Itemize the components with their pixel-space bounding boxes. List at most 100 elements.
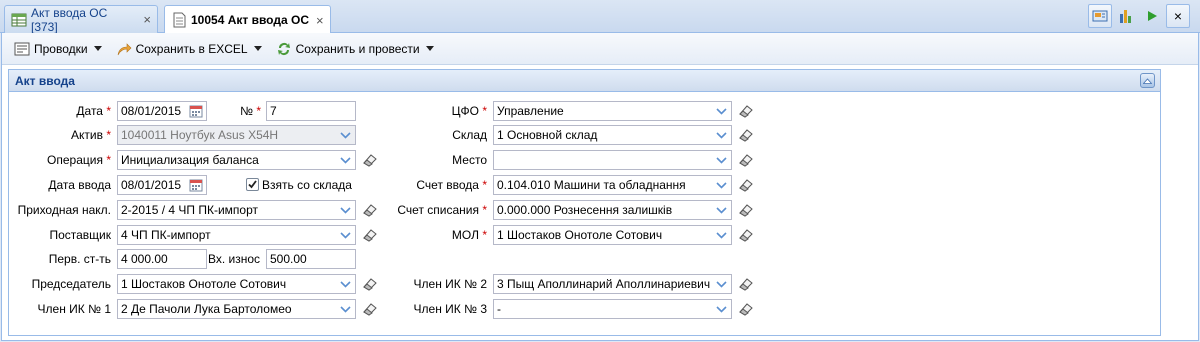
mol-combo[interactable]: 1 Шостаков Онотоле Сотович — [493, 225, 732, 245]
chevron-down-icon[interactable] — [711, 226, 731, 244]
main-panel: Проводки Сохранить в EXCEL Сохранить и п… — [1, 33, 1199, 341]
warehouse-label: Склад — [452, 128, 487, 142]
chevron-down-icon[interactable] — [711, 102, 731, 120]
receipt-label: Приходная накл. — [17, 203, 111, 217]
chevron-down-icon — [253, 46, 262, 51]
writeoff-account-combo[interactable]: 0.000.000 Рознесення залишків — [493, 200, 732, 220]
supplier-combo[interactable]: 4 ЧП ПК-импорт — [117, 225, 356, 245]
date-field[interactable]: 08/01/2015 — [117, 101, 207, 121]
chevron-down-icon[interactable] — [711, 176, 731, 194]
input-wear-field[interactable]: 500.00 — [266, 249, 356, 269]
chevron-down-icon[interactable] — [335, 201, 355, 219]
tab-act-document[interactable]: 10054 Акт ввода ОС × — [164, 5, 331, 34]
eraser-icon[interactable] — [362, 277, 378, 291]
chevron-down-icon[interactable] — [711, 300, 731, 318]
close-icon: × — [1173, 8, 1183, 24]
take-from-warehouse-checkbox[interactable] — [246, 178, 259, 191]
chart-icon — [1120, 10, 1131, 23]
chevron-down-icon — [425, 46, 434, 51]
place-combo[interactable] — [493, 150, 732, 170]
warehouse-combo[interactable]: 1 Основной склад — [493, 125, 732, 145]
chevron-down-icon[interactable] — [335, 226, 355, 244]
chevron-down-icon[interactable] — [711, 275, 731, 293]
operation-combo[interactable]: Инициализация баланса — [117, 150, 356, 170]
eraser-icon[interactable] — [362, 153, 378, 167]
table-icon — [11, 13, 27, 26]
cfo-combo[interactable]: Управление — [493, 101, 732, 121]
member3-combo[interactable]: - — [493, 299, 732, 319]
chevron-down-icon[interactable] — [335, 275, 355, 293]
eraser-icon[interactable] — [738, 277, 754, 291]
chevron-down-icon[interactable] — [711, 126, 731, 144]
eraser-icon[interactable] — [738, 203, 754, 217]
member1-combo[interactable]: 2 Де Пачоли Лука Бартоломео — [117, 299, 356, 319]
run-button[interactable] — [1140, 4, 1164, 28]
eraser-icon[interactable] — [738, 302, 754, 316]
save-post-button[interactable]: Сохранить и провести — [272, 38, 438, 60]
date-label: Дата * — [76, 104, 111, 118]
chevron-down-icon[interactable] — [711, 201, 731, 219]
initial-cost-field[interactable]: 4 000.00 — [117, 249, 207, 269]
eraser-icon[interactable] — [738, 228, 754, 242]
eraser-icon[interactable] — [738, 104, 754, 118]
tab-label: Акт ввода ОС [373] — [31, 5, 108, 34]
tab-close-button[interactable]: × — [316, 13, 324, 28]
play-icon — [1148, 11, 1157, 21]
number-label: № * — [240, 104, 261, 118]
number-field[interactable]: 7 — [266, 101, 356, 121]
report-icon — [1092, 10, 1108, 22]
eraser-icon[interactable] — [362, 228, 378, 242]
member1-label: Член ИК № 1 — [37, 302, 111, 316]
tab-close-button[interactable]: × — [143, 12, 151, 27]
mol-label: МОЛ * — [451, 228, 487, 242]
calendar-icon[interactable] — [186, 176, 206, 194]
chevron-down-icon[interactable] — [711, 151, 731, 169]
input-account-combo[interactable]: 0.104.010 Машини та обладнання — [493, 175, 732, 195]
asset-label: Актив * — [71, 128, 111, 142]
chevron-down-icon[interactable] — [335, 151, 355, 169]
close-window-button[interactable]: × — [1166, 4, 1190, 28]
tab-bar: Акт ввода ОС [373] × 10054 Акт ввода ОС … — [0, 0, 1200, 34]
chevron-down-icon[interactable] — [335, 126, 355, 144]
tab-label: 10054 Акт ввода ОС — [191, 13, 309, 27]
tab-act-list[interactable]: Акт ввода ОС [373] × — [4, 5, 158, 34]
postings-button[interactable]: Проводки — [10, 38, 106, 60]
input-date-label: Дата ввода — [48, 178, 111, 192]
collapse-button[interactable] — [1140, 73, 1155, 88]
initial-cost-label: Перв. ст-ть — [48, 252, 111, 266]
eraser-icon[interactable] — [738, 153, 754, 167]
receipt-combo[interactable]: 2-2015 / 4 ЧП ПК-импорт — [117, 200, 356, 220]
eraser-icon[interactable] — [738, 178, 754, 192]
save-excel-label: Сохранить в EXCEL — [135, 41, 248, 56]
save-post-label: Сохранить и провести — [295, 41, 420, 56]
chevron-down-icon[interactable] — [335, 300, 355, 318]
cfo-label: ЦФО * — [451, 104, 487, 118]
chart-button[interactable] — [1114, 4, 1138, 28]
eraser-icon[interactable] — [738, 128, 754, 142]
input-date-field[interactable]: 08/01/2015 — [117, 175, 207, 195]
chevron-down-icon — [93, 46, 102, 51]
chevron-up-icon — [1143, 77, 1152, 84]
save-excel-button[interactable]: Сохранить в EXCEL — [112, 38, 266, 60]
asset-combo[interactable]: 1040011 Ноутбук Asus X54H — [117, 125, 356, 145]
refresh-icon — [277, 42, 290, 55]
input-account-label: Счет ввода * — [416, 178, 487, 192]
supplier-label: Поставщик — [49, 228, 111, 242]
export-arrow-icon — [117, 42, 132, 55]
member2-combo[interactable]: 3 Пыщ Аполлинарий Аполлинариевич — [493, 274, 732, 294]
document-toolbar: Проводки Сохранить в EXCEL Сохранить и п… — [2, 33, 1198, 65]
document-icon — [173, 12, 186, 28]
eraser-icon[interactable] — [362, 203, 378, 217]
input-wear-label: Вх. износ — [207, 252, 260, 266]
postings-label: Проводки — [34, 41, 88, 56]
form-panel-header: Акт ввода — [9, 70, 1160, 92]
operation-label: Операция * — [47, 153, 111, 167]
calendar-icon[interactable] — [186, 102, 206, 120]
report-button[interactable] — [1088, 4, 1112, 28]
chairman-label: Председатель — [31, 277, 111, 291]
take-from-warehouse-label: Взять со склада — [262, 178, 352, 192]
chairman-combo[interactable]: 1 Шостаков Онотоле Сотович — [117, 274, 356, 294]
eraser-icon[interactable] — [362, 302, 378, 316]
place-label: Место — [452, 153, 487, 167]
postings-icon — [14, 42, 30, 55]
